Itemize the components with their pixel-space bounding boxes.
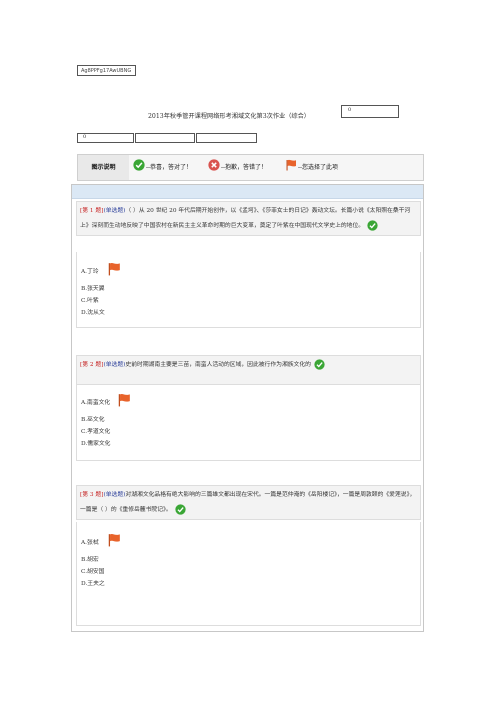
- legend-chosen-label: --您选择了此项: [298, 164, 339, 171]
- info-cell-3: [196, 133, 257, 143]
- question-number: [第 1 题]: [80, 208, 104, 214]
- option-c[interactable]: C.叶紫: [81, 297, 99, 306]
- check-circle-icon: [133, 159, 145, 171]
- question-number: [第 2 题]: [80, 362, 104, 368]
- page-title: 2013年秋季管开课程网络形考湘域文化第3次作业（综合）: [148, 113, 310, 120]
- option-d[interactable]: D.沈从文: [81, 309, 105, 318]
- document-code-field: Ag8PPFg17AwUBNG: [77, 65, 136, 76]
- x-circle-icon: [208, 159, 220, 171]
- option-c[interactable]: C.孝道文化: [81, 428, 110, 437]
- question-2-options: A.南蛮文化 B.巫文化 C.孝道文化 D.儒家文化: [76, 385, 421, 461]
- info-cell-1: 0: [77, 133, 134, 143]
- legend-wrong-label: --抱歉，答错了！: [221, 164, 268, 171]
- check-circle-icon: [314, 359, 325, 370]
- option-a[interactable]: A.南蛮文化: [81, 399, 110, 408]
- question-text: （ ）从 20 世纪 20 年代后期开始创作，以《孟坷》、《莎菲女士的日记》轰动…: [80, 208, 411, 229]
- flag-icon: [118, 394, 130, 407]
- legend-correct-label: --恭喜，答对了！: [146, 164, 193, 171]
- question-type: (单选题): [103, 492, 126, 498]
- flag-icon: [286, 159, 296, 171]
- question-type: (单选题): [103, 208, 126, 214]
- legend-box: 图示说明 --恭喜，答对了！ --抱歉，答错了！ --您选择了此项: [77, 154, 424, 181]
- option-d[interactable]: D.儒家文化: [81, 440, 110, 449]
- option-c[interactable]: C.胡安国: [81, 568, 104, 577]
- info-cell-2: [135, 133, 195, 143]
- question-text: 史前时期湖南主要是三苗，南蛮人活动的区域，因此被行作为湘族文化的: [125, 362, 311, 368]
- check-circle-icon: [175, 504, 186, 515]
- questions-panel: [第 1 题](单选题)（ ）从 20 世纪 20 年代后期开始创作，以《孟坷》…: [71, 184, 424, 632]
- option-a[interactable]: A.丁玲: [81, 268, 99, 277]
- option-a[interactable]: A.张栻: [81, 539, 99, 548]
- question-text: 对湖湘文化品格有绝大影响的三篇雄文都出现在宋代。一篇是范仲淹的《岳阳楼记》，一篇…: [80, 492, 416, 513]
- panel-header-bar: [72, 185, 423, 199]
- check-circle-icon: [367, 220, 378, 231]
- flag-icon: [108, 534, 120, 547]
- flag-icon: [108, 263, 120, 276]
- question-2-stem: [第 2 题](单选题)史前时期湖南主要是三苗，南蛮人活动的区域，因此被行作为湘…: [76, 355, 421, 385]
- option-b[interactable]: B.巫文化: [81, 416, 105, 425]
- question-1-options: A.丁玲 B.张天翼 C.叶紫 D.沈从文: [76, 252, 421, 328]
- question-type: (单选题): [103, 362, 126, 368]
- score-field: 0: [341, 105, 399, 118]
- option-b[interactable]: B.张天翼: [81, 285, 105, 294]
- legend-heading: 图示说明: [78, 155, 129, 180]
- option-b[interactable]: B.胡宏: [81, 556, 99, 565]
- question-1-stem: [第 1 题](单选题)（ ）从 20 世纪 20 年代后期开始创作，以《孟坷》…: [76, 201, 421, 236]
- question-number: [第 3 题]: [80, 492, 104, 498]
- question-3-stem: [第 3 题](单选题)对湖湘文化品格有绝大影响的三篇雄文都出现在宋代。一篇是范…: [76, 485, 421, 520]
- question-3-options: A.张栻 B.胡宏 C.胡安国 D.王夫之: [76, 522, 421, 626]
- option-d[interactable]: D.王夫之: [81, 580, 105, 589]
